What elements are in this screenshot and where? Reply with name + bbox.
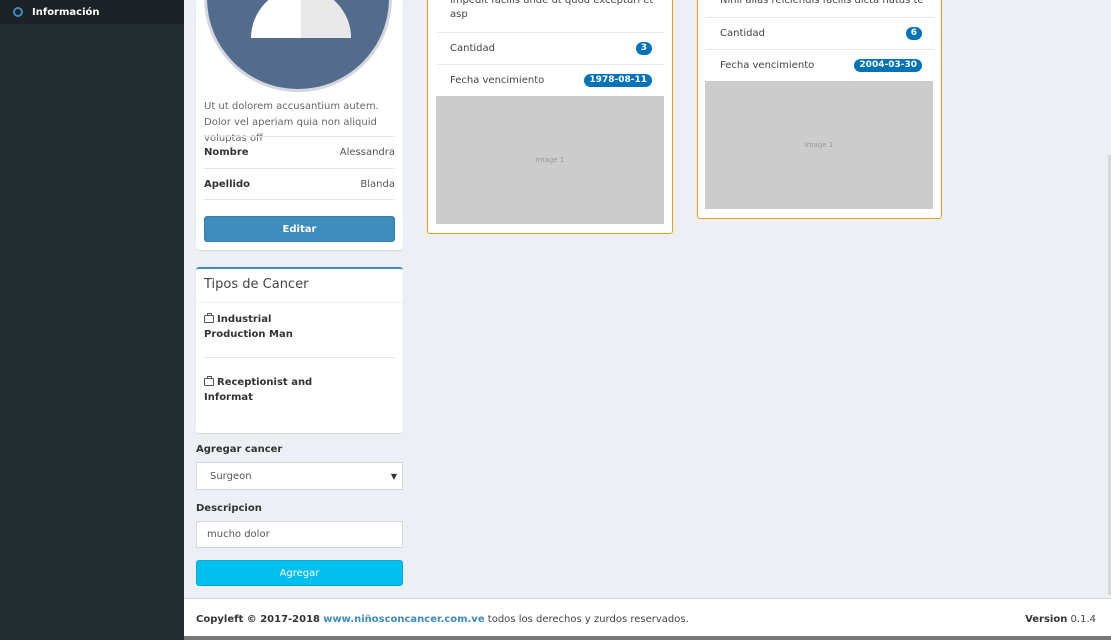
expiry-label: Fecha vencimiento <box>450 75 545 86</box>
footer-link[interactable]: www.niñosconcancer.com.ve <box>323 614 484 625</box>
avatar-figure <box>251 0 351 38</box>
medicine-card: Nihil alias reiciendis facilis dicta nat… <box>697 0 942 219</box>
medicine-card: impedit facilis unde ut quod excepturi e… <box>427 0 673 234</box>
cancer-select-label: Agregar cancer <box>196 444 283 455</box>
card-expiry-row: Fecha vencimiento 2004-03-30 <box>706 49 934 81</box>
cancer-item: Industrial Production Man <box>204 313 293 340</box>
cancer-types-box: Tipos de Cancer Industrial Production Ma… <box>196 267 403 433</box>
card-description: Nihil alias reiciendis facilis dicta nat… <box>720 0 924 6</box>
cancer-select[interactable]: Surgeon ▼ <box>196 462 403 490</box>
quantity-label: Cantidad <box>720 28 765 39</box>
bottom-strip <box>184 636 1111 640</box>
caret-down-icon: ▼ <box>390 472 397 481</box>
description-label: Descripcion <box>196 503 262 514</box>
cancer-item: Receptionist and Informat <box>204 376 313 403</box>
name-value: Alessandra <box>339 147 395 158</box>
profile-row-lastname: Apellido Blanda <box>204 168 395 200</box>
expiry-badge: 2004-03-30 <box>854 59 922 72</box>
sidebar: Información <box>0 0 184 640</box>
briefcase-icon <box>204 313 214 323</box>
card-image: Image 1 <box>705 81 933 209</box>
card-quantity-row: Cantidad 6 <box>706 17 934 49</box>
profile-row-name: Nombre Alessandra <box>204 136 395 168</box>
divider <box>196 302 403 303</box>
expiry-label: Fecha vencimiento <box>720 60 815 71</box>
sidebar-item-informacion[interactable]: Información <box>0 0 184 24</box>
footer-version: Version 0.1.4 <box>1025 614 1096 625</box>
divider <box>204 357 395 358</box>
cancer-select-value: Surgeon <box>210 470 252 482</box>
card-description: impedit facilis unde ut quod excepturi e… <box>450 0 654 20</box>
edit-button[interactable]: Editar <box>204 216 395 242</box>
card-image: Image 1 <box>436 96 664 224</box>
quantity-badge: 6 <box>905 27 922 40</box>
add-cancer-button[interactable]: Agregar <box>196 560 403 586</box>
profile-box: Ut ut dolorem accusantium autem. Dolor v… <box>196 0 403 250</box>
description-input[interactable]: mucho dolor <box>196 521 403 548</box>
card-expiry-row: Fecha vencimiento 1978-08-11 <box>436 64 664 96</box>
footer-copyright: Copyleft © 2017-2018 www.niñosconcancer.… <box>196 614 689 625</box>
sidebar-item-label: Información <box>32 6 100 18</box>
name-label: Nombre <box>204 147 249 158</box>
expiry-badge: 1978-08-11 <box>584 74 652 87</box>
card-quantity-row: Cantidad 3 <box>436 32 664 64</box>
lastname-label: Apellido <box>204 178 250 190</box>
cancer-types-title: Tipos de Cancer <box>204 277 309 292</box>
quantity-badge: 3 <box>635 42 652 55</box>
briefcase-icon <box>204 376 214 386</box>
quantity-label: Cantidad <box>450 43 495 54</box>
lastname-value: Blanda <box>360 178 395 190</box>
circle-icon <box>13 7 23 17</box>
footer: Copyleft © 2017-2018 www.niñosconcancer.… <box>184 598 1111 640</box>
avatar <box>204 0 392 92</box>
